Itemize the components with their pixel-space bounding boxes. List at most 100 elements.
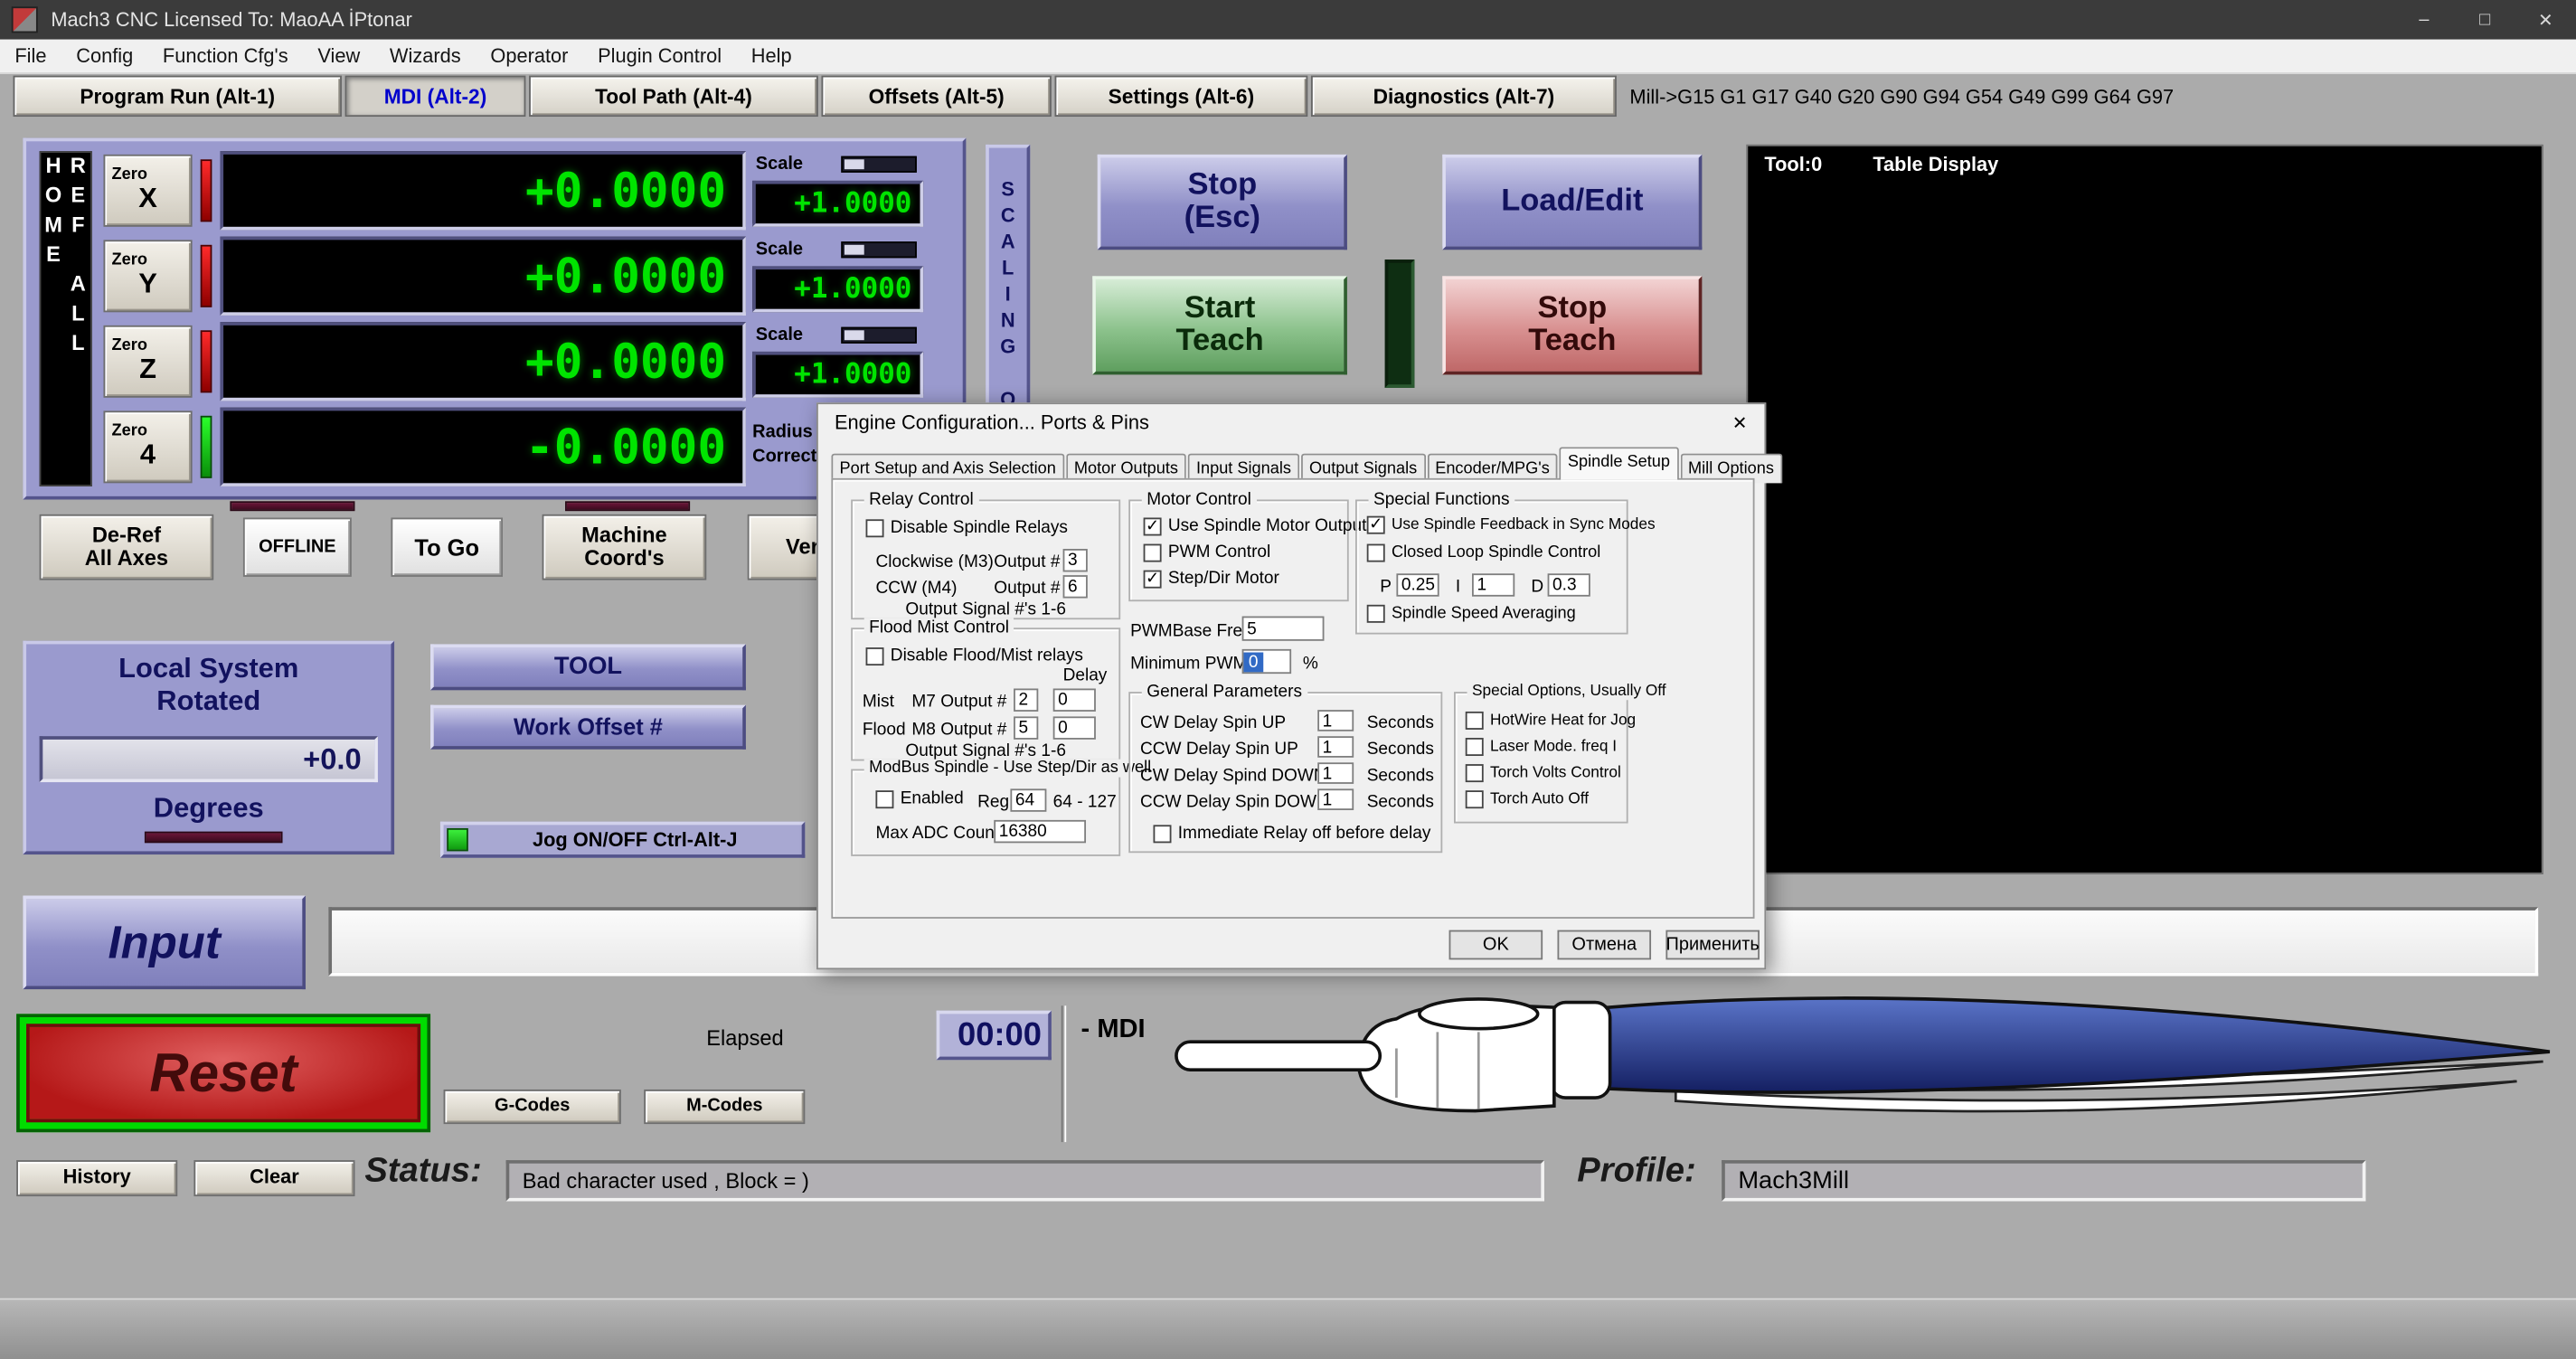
tab-mdi[interactable]: MDI (Alt-2) xyxy=(345,76,526,117)
zero-y-button[interactable]: Zero Y xyxy=(103,240,192,312)
offline-button[interactable]: OFFLINE xyxy=(243,517,352,576)
z-scale-slider[interactable] xyxy=(841,327,917,344)
tab-diagnostics[interactable]: Diagnostics (Alt-7) xyxy=(1311,76,1617,117)
z-scale-value[interactable]: +1.0000 xyxy=(752,352,923,398)
zero-x-button[interactable]: Zero X xyxy=(103,155,192,227)
menu-plugin-control[interactable]: Plugin Control xyxy=(583,41,737,71)
y-scale-value[interactable]: +1.0000 xyxy=(752,266,923,312)
spindle-averaging-checkbox[interactable]: Spindle Speed Averaging xyxy=(1367,605,1576,623)
cw-output-input[interactable]: 3 xyxy=(1063,549,1088,571)
dlg-tab-spindle-setup[interactable]: Spindle Setup xyxy=(1560,447,1678,479)
checkbox-box[interactable] xyxy=(1367,544,1385,562)
stop-teach-button[interactable]: Stop Teach xyxy=(1442,276,1702,374)
x-scale-slider-thumb[interactable] xyxy=(845,159,864,169)
toolpath-display[interactable]: Tool:0 Table Display xyxy=(1746,145,2543,874)
load-edit-button[interactable]: Load/Edit xyxy=(1442,155,1702,250)
checkbox-box[interactable] xyxy=(875,789,893,807)
menu-view[interactable]: View xyxy=(303,41,375,71)
pid-i-input[interactable]: 1 xyxy=(1472,573,1514,596)
menu-help[interactable]: Help xyxy=(736,41,807,71)
ok-button[interactable]: OK xyxy=(1449,930,1543,960)
maximize-button[interactable]: □ xyxy=(2455,0,2515,40)
checkbox-box[interactable]: ✓ xyxy=(1144,570,1162,588)
tab-settings[interactable]: Settings (Alt-6) xyxy=(1054,76,1307,117)
torch-volts-checkbox[interactable]: Torch Volts Control xyxy=(1466,764,1621,782)
cw-delay-up-input[interactable]: 1 xyxy=(1317,710,1354,731)
reset-button[interactable]: Reset xyxy=(16,1014,430,1132)
closed-loop-checkbox[interactable]: Closed Loop Spindle Control xyxy=(1367,544,1601,562)
disable-flood-mist-checkbox[interactable]: Disable Flood/Mist relays xyxy=(866,646,1083,665)
menu-wizards[interactable]: Wizards xyxy=(375,41,476,71)
checkbox-box[interactable]: ✓ xyxy=(1367,516,1385,534)
checkbox-box[interactable] xyxy=(1466,712,1484,730)
mist-output-input[interactable]: 2 xyxy=(1014,688,1038,711)
pwm-control-checkbox[interactable]: PWM Control xyxy=(1144,543,1271,562)
a-dro-value[interactable]: -0.0000 xyxy=(220,408,745,486)
mist-delay-input[interactable]: 0 xyxy=(1053,688,1096,711)
pid-d-input[interactable]: 0.3 xyxy=(1548,573,1590,596)
hotwire-checkbox[interactable]: HotWire Heat for Jog xyxy=(1466,712,1636,730)
x-scale-value[interactable]: +1.0000 xyxy=(752,181,923,227)
cancel-button[interactable]: Отмена xyxy=(1557,930,1651,960)
immediate-relay-off-checkbox[interactable]: Immediate Relay off before delay xyxy=(1154,824,1431,844)
ccw-delay-down-input[interactable]: 1 xyxy=(1317,788,1354,810)
tab-tool-path[interactable]: Tool Path (Alt-4) xyxy=(529,76,818,117)
apply-button[interactable]: Применить xyxy=(1665,930,1760,960)
checkbox-box[interactable] xyxy=(1144,543,1162,562)
y-scale-slider-thumb[interactable] xyxy=(845,245,864,255)
step-dir-motor-checkbox[interactable]: ✓ Step/Dir Motor xyxy=(1144,569,1279,589)
checkbox-box[interactable] xyxy=(1154,824,1172,842)
checkbox-box[interactable] xyxy=(1466,738,1484,756)
flood-output-input[interactable]: 5 xyxy=(1014,716,1038,739)
cw-delay-down-input[interactable]: 1 xyxy=(1317,762,1354,784)
x-scale-slider[interactable] xyxy=(841,156,917,173)
zero-4-button[interactable]: Zero 4 xyxy=(103,411,192,483)
history-button[interactable]: History xyxy=(16,1160,177,1196)
input-button[interactable]: Input xyxy=(23,895,306,989)
checkbox-box[interactable] xyxy=(1367,605,1385,623)
dialog-titlebar[interactable]: Engine Configuration... Ports & Pins ✕ xyxy=(818,404,1768,440)
tab-program-run[interactable]: Program Run (Alt-1) xyxy=(14,76,342,117)
minimum-pwm-input[interactable]: 0 xyxy=(1242,649,1292,674)
menu-operator[interactable]: Operator xyxy=(476,41,583,71)
start-teach-button[interactable]: Start Teach xyxy=(1092,276,1347,374)
pid-p-input[interactable]: 0.25 xyxy=(1396,573,1439,596)
z-scale-slider-thumb[interactable] xyxy=(845,330,864,340)
ccw-delay-up-input[interactable]: 1 xyxy=(1317,736,1354,758)
deref-all-axes-button[interactable]: De-Ref All Axes xyxy=(40,514,214,580)
g-codes-button[interactable]: G-Codes xyxy=(444,1090,621,1124)
stop-esc-button[interactable]: Stop (Esc) xyxy=(1098,155,1347,250)
checkbox-box[interactable] xyxy=(866,646,884,665)
jog-onoff-toggle[interactable]: Jog ON/OFF Ctrl-Alt-J xyxy=(440,822,805,858)
y-scale-slider[interactable] xyxy=(841,241,917,258)
work-offset-bar[interactable]: Work Offset # xyxy=(430,705,746,750)
pwmbase-input[interactable]: 5 xyxy=(1242,617,1325,641)
clear-button[interactable]: Clear xyxy=(193,1160,354,1196)
x-dro-value[interactable]: +0.0000 xyxy=(220,151,745,230)
dialog-close-button[interactable]: ✕ xyxy=(1712,404,1768,440)
torch-auto-off-checkbox[interactable]: Torch Auto Off xyxy=(1466,790,1589,808)
menu-function-cfgs[interactable]: Function Cfg's xyxy=(148,41,303,71)
close-button[interactable]: ✕ xyxy=(2515,0,2576,40)
disable-spindle-relays-checkbox[interactable]: Disable Spindle Relays xyxy=(866,517,1068,537)
spindle-feedback-checkbox[interactable]: ✓ Use Spindle Feedback in Sync Modes xyxy=(1367,516,1656,534)
flood-delay-input[interactable]: 0 xyxy=(1053,716,1096,739)
menu-file[interactable]: File xyxy=(0,41,61,71)
use-spindle-motor-output-checkbox[interactable]: ✓ Use Spindle Motor Output xyxy=(1144,516,1367,536)
machine-coords-button[interactable]: Machine Coord's xyxy=(543,514,707,580)
menu-config[interactable]: Config xyxy=(61,41,148,71)
checkbox-box[interactable] xyxy=(1466,790,1484,808)
minimize-button[interactable]: – xyxy=(2393,0,2454,40)
tab-offsets[interactable]: Offsets (Alt-5) xyxy=(821,76,1051,117)
laser-mode-checkbox[interactable]: Laser Mode. freq I xyxy=(1466,738,1617,756)
z-dro-value[interactable]: +0.0000 xyxy=(220,322,745,401)
checkbox-box[interactable] xyxy=(866,518,884,536)
ccw-output-input[interactable]: 6 xyxy=(1063,575,1088,598)
modbus-reg-input[interactable]: 64 xyxy=(1010,788,1046,811)
modbus-enabled-checkbox[interactable]: Enabled xyxy=(875,788,963,808)
max-adc-input[interactable]: 16380 xyxy=(994,820,1086,843)
y-dro-value[interactable]: +0.0000 xyxy=(220,237,745,316)
checkbox-box[interactable] xyxy=(1466,764,1484,782)
to-go-button[interactable]: To Go xyxy=(391,517,503,576)
checkbox-box[interactable]: ✓ xyxy=(1144,517,1162,535)
